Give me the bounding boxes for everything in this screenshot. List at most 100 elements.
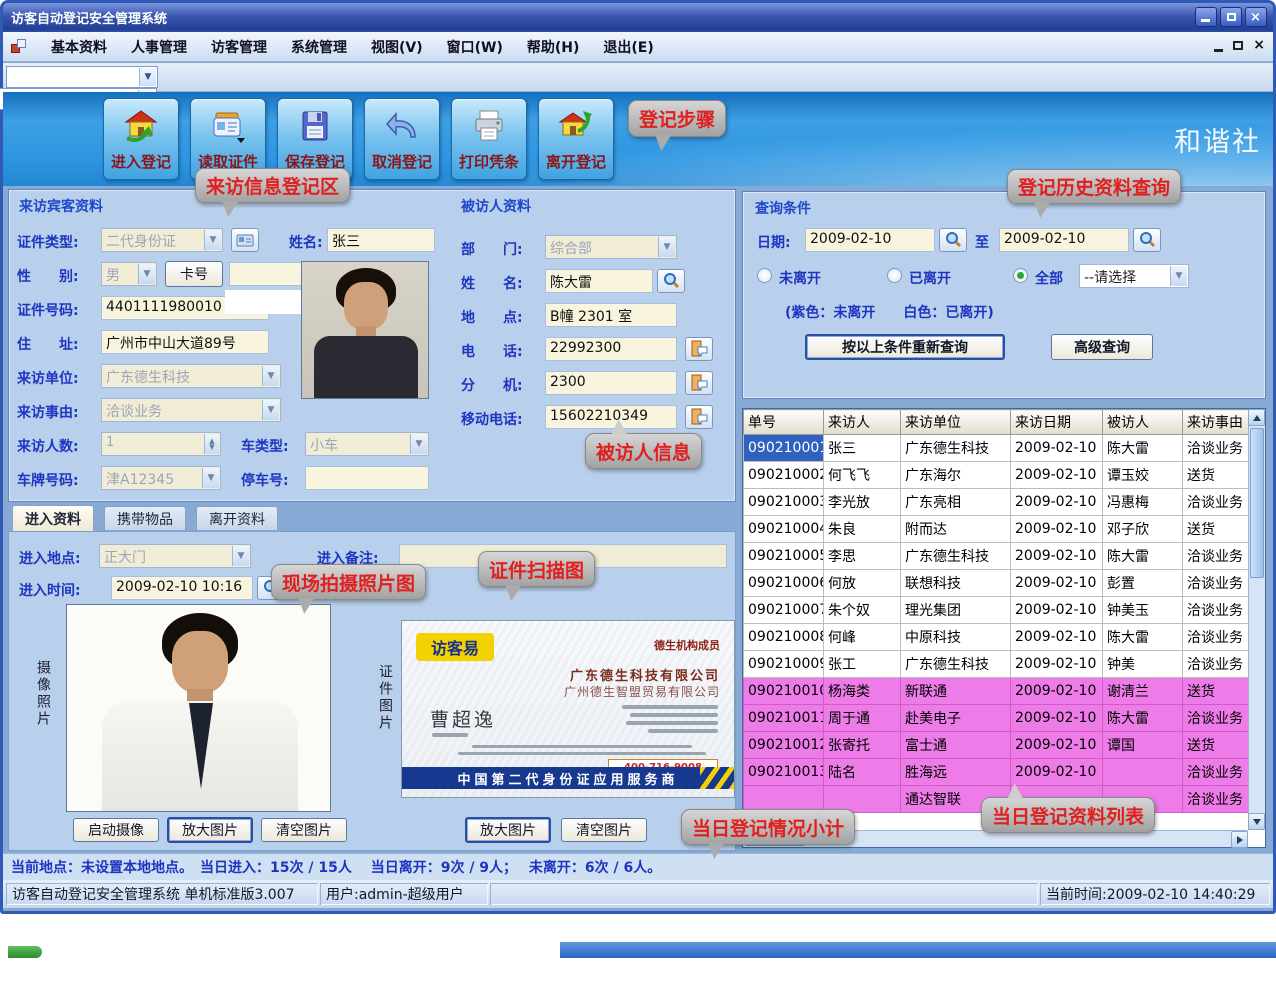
cell-reason[interactable]: 洽谈业务	[1183, 597, 1249, 624]
vehicle-type-combobox[interactable]: 小车▼	[305, 432, 429, 456]
radio-left[interactable]	[887, 268, 902, 283]
cell-company[interactable]: 广东德生科技	[901, 651, 1011, 678]
camera-zoom-button[interactable]: 放大图片	[167, 817, 253, 843]
cell-visitor[interactable]: 杨海类	[824, 678, 901, 705]
cell-visited[interactable]	[1103, 759, 1183, 786]
cell-reason[interactable]: 洽谈业务	[1183, 543, 1249, 570]
cell-date[interactable]: 2009-02-10	[1011, 597, 1103, 624]
cell-no[interactable]: 090210012	[744, 732, 824, 759]
vertical-scroll-thumb[interactable]	[1250, 428, 1264, 578]
cell-no[interactable]: 090210013	[744, 759, 824, 786]
cell-visitor[interactable]: 周于通	[824, 705, 901, 732]
gender-combobox[interactable]: 男▼	[101, 262, 157, 286]
cell-date[interactable]: 2009-02-10	[1011, 705, 1103, 732]
visitor-name-field[interactable]: 张三	[327, 228, 435, 252]
id-type-combobox[interactable]: 二代身份证▼	[101, 228, 223, 252]
cell-reason[interactable]: 送货	[1183, 462, 1249, 489]
reason-filter-combobox[interactable]: --请选择▼	[1079, 264, 1189, 288]
menu-item[interactable]: 窗口(W)	[435, 34, 515, 60]
cell-visitor[interactable]: 张三	[824, 435, 901, 462]
cell-reason[interactable]: 洽谈业务	[1183, 651, 1249, 678]
chevron-down-icon[interactable]: ▼	[139, 68, 156, 86]
cell-no[interactable]: 090210004	[744, 516, 824, 543]
cell-company[interactable]: 广东德生科技	[901, 435, 1011, 462]
menu-item[interactable]: 访客管理	[199, 34, 279, 60]
cell-company[interactable]: 中原科技	[901, 624, 1011, 651]
column-header[interactable]: 来访人	[824, 410, 901, 435]
cell-visitor[interactable]: 朱良	[824, 516, 901, 543]
table-row[interactable]: 090210005李思广东德生科技2009-02-10陈大雷洽谈业务	[744, 543, 1249, 570]
cell-no[interactable]: 090210008	[744, 624, 824, 651]
idimage-zoom-button[interactable]: 放大图片	[465, 817, 551, 843]
phone-notify-button[interactable]	[685, 337, 713, 361]
table-row[interactable]: 090210012张寄托富士通2009-02-10谭国送货	[744, 732, 1249, 759]
cell-no[interactable]: 090210002	[744, 462, 824, 489]
cell-company[interactable]: 富士通	[901, 732, 1011, 759]
tab-carried-items[interactable]: 携带物品	[104, 506, 186, 530]
cell-no[interactable]: 090210007	[744, 597, 824, 624]
cell-date[interactable]: 2009-02-10	[1011, 543, 1103, 570]
cell-visitor[interactable]: 张工	[824, 651, 901, 678]
cell-date[interactable]: 2009-02-10	[1011, 435, 1103, 462]
cell-visited[interactable]: 陈大雷	[1103, 543, 1183, 570]
menu-item[interactable]: 基本资料	[39, 34, 119, 60]
close-button[interactable]: ×	[1245, 7, 1267, 27]
cell-visited[interactable]: 谢清兰	[1103, 678, 1183, 705]
table-row[interactable]: 090210010杨海类新联通2009-02-10谢清兰送货	[744, 678, 1249, 705]
table-row[interactable]: 090210008何峰中原科技2009-02-10陈大雷洽谈业务	[744, 624, 1249, 651]
toolbar-button-4[interactable]: 取消登记	[364, 98, 440, 180]
cell-no[interactable]: 090210001	[744, 435, 824, 462]
cell-reason[interactable]: 洽谈业务	[1183, 489, 1249, 516]
cell-visited[interactable]: 陈大雷	[1103, 705, 1183, 732]
cell-visited[interactable]: 钟美玉	[1103, 597, 1183, 624]
idcard-reader-button[interactable]	[231, 228, 259, 252]
menu-item[interactable]: 帮助(H)	[515, 34, 592, 60]
table-row[interactable]: 090210001张三广东德生科技2009-02-10陈大雷洽谈业务	[744, 435, 1249, 462]
cell-company[interactable]: 附而达	[901, 516, 1011, 543]
date-from-picker-button[interactable]	[939, 228, 967, 252]
table-row[interactable]: 090210003李光放广东亮相2009-02-10冯惠梅洽谈业务	[744, 489, 1249, 516]
ext-field[interactable]: 2300	[545, 371, 677, 395]
cell-date[interactable]: 2009-02-10	[1011, 759, 1103, 786]
cell-company[interactable]: 联想科技	[901, 570, 1011, 597]
toolbar-button-1[interactable]: 进入登记	[103, 98, 179, 180]
toolbar-combobox[interactable]: ▼	[6, 66, 158, 88]
restore-button[interactable]	[1220, 7, 1242, 27]
table-row[interactable]: 090210011周于通赴美电子2009-02-10陈大雷洽谈业务	[744, 705, 1249, 732]
date-from-field[interactable]: 2009-02-10	[805, 228, 935, 252]
cell-date[interactable]: 2009-02-10	[1011, 624, 1103, 651]
card-number-button[interactable]: 卡号	[165, 261, 223, 287]
cell-company[interactable]: 新联通	[901, 678, 1011, 705]
cell-visited[interactable]: 谭玉姣	[1103, 462, 1183, 489]
cell-visited[interactable]: 陈大雷	[1103, 435, 1183, 462]
toolbar-button-5[interactable]: 打印凭条	[451, 98, 527, 180]
idimage-clear-button[interactable]: 清空图片	[561, 818, 647, 842]
tab-entry-info[interactable]: 进入资料	[12, 505, 94, 531]
scroll-down-button[interactable]	[1248, 813, 1265, 830]
table-row[interactable]: 090210002何飞飞广东海尔2009-02-10谭玉姣送货	[744, 462, 1249, 489]
cell-no[interactable]: 090210011	[744, 705, 824, 732]
cell-visited[interactable]: 陈大雷	[1103, 624, 1183, 651]
cell-company[interactable]: 理光集团	[901, 597, 1011, 624]
cell-visited[interactable]: 邓子欣	[1103, 516, 1183, 543]
cell-visitor[interactable]: 何飞飞	[824, 462, 901, 489]
cell-reason[interactable]: 洽谈业务	[1183, 570, 1249, 597]
date-to-field[interactable]: 2009-02-10	[999, 228, 1129, 252]
cell-no[interactable]: 090210006	[744, 570, 824, 597]
cell-company[interactable]: 广东亮相	[901, 489, 1011, 516]
cell-visitor[interactable]: 李思	[824, 543, 901, 570]
cell-visitor[interactable]: 陆名	[824, 759, 901, 786]
mdi-minimize-icon[interactable]	[1214, 49, 1223, 52]
cell-company[interactable]: 赴美电子	[901, 705, 1011, 732]
cell-visitor[interactable]: 何放	[824, 570, 901, 597]
camera-clear-button[interactable]: 清空图片	[261, 818, 347, 842]
table-row[interactable]: 090210004朱良附而达2009-02-10邓子欣送货	[744, 516, 1249, 543]
scroll-right-button[interactable]	[1231, 831, 1248, 848]
cell-date[interactable]: 2009-02-10	[1011, 516, 1103, 543]
parking-field[interactable]	[305, 466, 429, 490]
column-header[interactable]: 来访日期	[1011, 410, 1103, 435]
requery-button[interactable]: 按以上条件重新查询	[805, 334, 1005, 360]
visitor-count-stepper[interactable]: 1▲▼	[101, 432, 221, 456]
phone-field[interactable]: 22992300	[545, 337, 677, 361]
cell-visitor[interactable]: 张寄托	[824, 732, 901, 759]
